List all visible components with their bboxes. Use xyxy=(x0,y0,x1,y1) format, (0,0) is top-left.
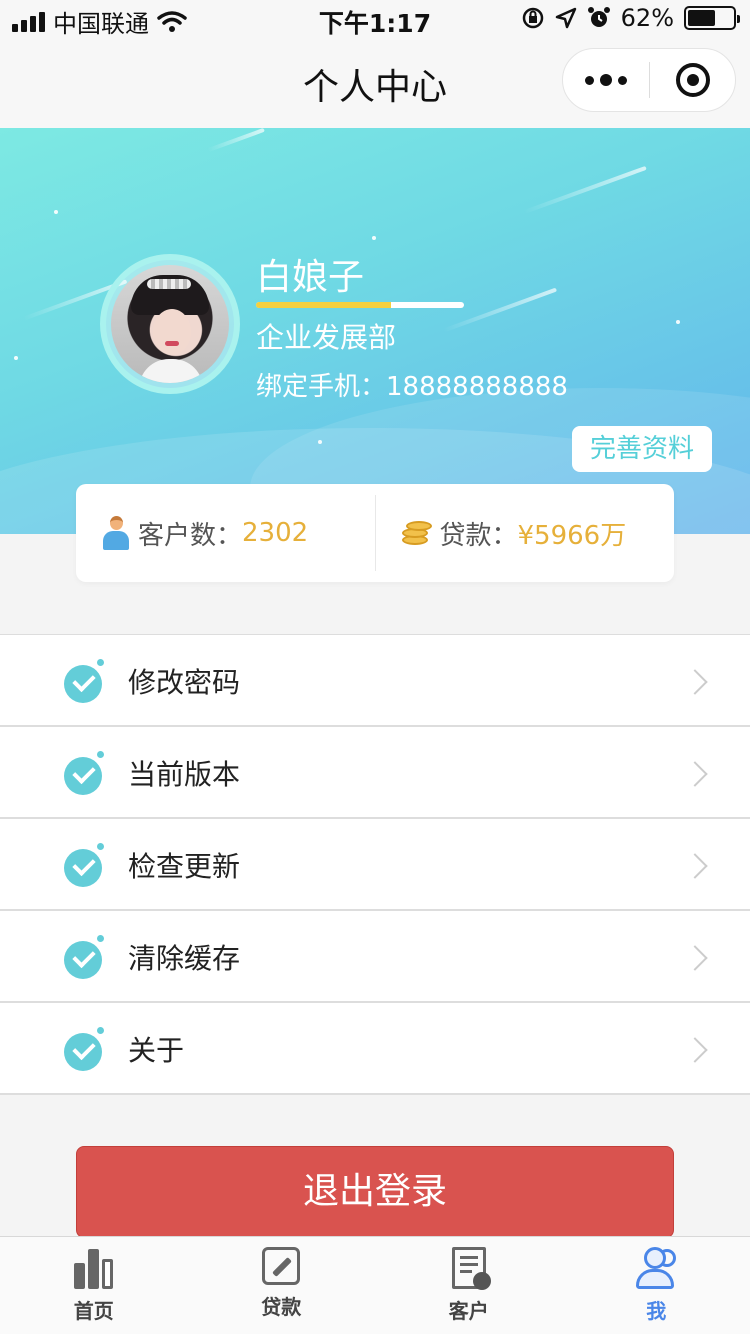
check-circle-icon xyxy=(64,1025,106,1071)
customer-count-label: 客户数： xyxy=(138,520,243,551)
decorative-dot xyxy=(318,440,322,444)
mini-program-capsule xyxy=(562,48,736,112)
menu-item-current-version[interactable]: 当前版本 xyxy=(0,727,750,819)
close-circle-icon[interactable] xyxy=(650,49,735,111)
person-icon xyxy=(102,516,130,550)
decorative-dot xyxy=(372,236,376,240)
tab-label: 贷款 xyxy=(261,1295,302,1319)
chevron-right-icon xyxy=(682,1037,708,1063)
loan-amount-stat[interactable]: 贷款： ¥5966万 xyxy=(376,515,675,552)
check-circle-icon xyxy=(64,933,106,979)
check-circle-icon xyxy=(64,841,106,887)
decorative-streak xyxy=(442,287,558,333)
decorative-streak xyxy=(523,165,647,215)
tab-me[interactable]: 我 xyxy=(563,1237,750,1334)
decorative-dot xyxy=(54,210,58,214)
chevron-right-icon xyxy=(682,761,708,787)
menu-item-label: 关于 xyxy=(128,1034,185,1067)
decorative-streak xyxy=(207,128,265,153)
edit-icon xyxy=(262,1247,301,1285)
menu-item-change-password[interactable]: 修改密码 xyxy=(0,635,750,727)
chevron-right-icon xyxy=(682,853,708,879)
chevron-right-icon xyxy=(682,945,708,971)
tab-bar: 首页 贷款 客户 我 xyxy=(0,1236,750,1334)
user-icon xyxy=(634,1247,678,1289)
decorative-dot xyxy=(676,320,680,324)
tab-label: 客户 xyxy=(448,1299,489,1323)
loan-amount-label: 贷款： xyxy=(439,520,518,551)
tab-label: 首页 xyxy=(73,1299,114,1323)
menu-item-check-update[interactable]: 检查更新 xyxy=(0,819,750,911)
more-dots-icon[interactable] xyxy=(563,49,649,111)
avatar[interactable] xyxy=(100,254,240,394)
menu-item-clear-cache[interactable]: 清除缓存 xyxy=(0,911,750,1003)
bound-phone: 绑定手机：18888888888 xyxy=(256,366,568,403)
menu-item-about[interactable]: 关于 xyxy=(0,1003,750,1095)
battery-percent: 62% xyxy=(620,4,674,32)
navigation-bar: 个人中心 xyxy=(0,40,750,128)
chevron-right-icon xyxy=(682,669,708,695)
customer-count-value: 2302 xyxy=(242,518,309,548)
alarm-icon xyxy=(587,7,610,27)
department-label: 企业发展部 xyxy=(256,321,397,354)
avatar-image xyxy=(111,265,229,383)
menu-item-label: 检查更新 xyxy=(128,850,241,883)
level-progress-bar xyxy=(256,302,464,308)
menu-item-label: 当前版本 xyxy=(128,758,241,791)
loan-amount-value: ¥5966万 xyxy=(517,520,627,551)
check-circle-icon xyxy=(64,657,106,703)
battery-icon xyxy=(684,6,740,30)
customer-count-stat[interactable]: 客户数： 2302 xyxy=(76,515,375,552)
decorative-dot xyxy=(14,356,18,360)
customer-document-icon xyxy=(451,1247,491,1290)
phone-number: 18888888888 xyxy=(386,372,568,402)
menu-item-label: 修改密码 xyxy=(128,666,241,699)
profile-header: 白娘子 企业发展部 绑定手机：18888888888 完善资料 xyxy=(0,128,750,534)
tab-home[interactable]: 首页 xyxy=(0,1237,188,1334)
bar-chart-icon xyxy=(72,1247,116,1289)
menu-item-label: 清除缓存 xyxy=(128,942,241,975)
tab-loans[interactable]: 贷款 xyxy=(188,1237,376,1334)
settings-menu: 修改密码 当前版本 检查更新 清除缓存 关于 xyxy=(0,634,750,1095)
phone-label: 绑定手机： xyxy=(256,372,387,402)
tab-label: 我 xyxy=(646,1299,667,1323)
orientation-lock-icon xyxy=(522,7,543,29)
coin-stack-icon xyxy=(401,517,434,549)
location-icon xyxy=(555,7,576,29)
profile-page: 中国联通 下午1:17 62% 个人中心 白娘子 企业发展部 绑定手机：1888… xyxy=(0,0,750,1334)
stats-card: 客户数： 2302 贷款： ¥5966万 xyxy=(76,484,674,582)
logout-button[interactable]: 退出登录 xyxy=(76,1146,674,1238)
complete-profile-button[interactable]: 完善资料 xyxy=(572,426,712,472)
tab-customers[interactable]: 客户 xyxy=(375,1237,563,1334)
status-bar: 中国联通 下午1:17 62% xyxy=(0,0,750,40)
check-circle-icon xyxy=(64,749,106,795)
user-name: 白娘子 xyxy=(256,257,365,298)
